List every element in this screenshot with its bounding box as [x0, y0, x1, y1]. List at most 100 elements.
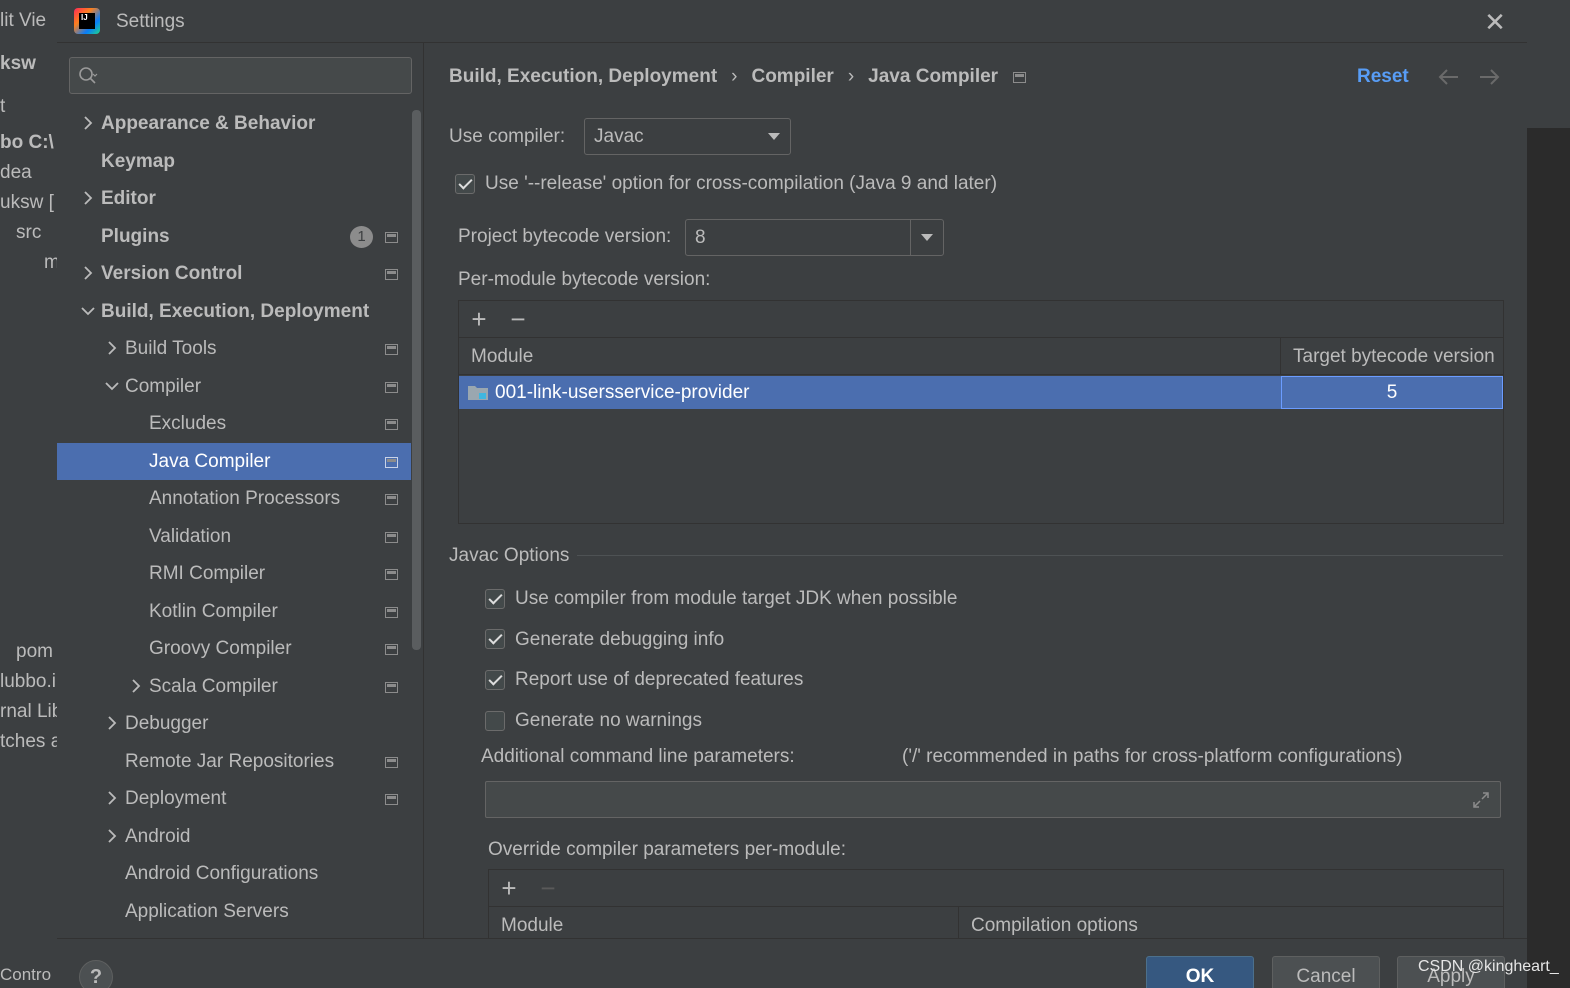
debug-info-checkbox[interactable]: [485, 629, 505, 649]
sidebar-item-debugger[interactable]: Debugger: [57, 705, 411, 743]
sidebar-item-deployment[interactable]: Deployment: [57, 780, 411, 818]
use-compiler-select[interactable]: Javac: [584, 118, 791, 155]
sidebar-item-label: Remote Jar Repositories: [125, 750, 335, 772]
sidebar-scrollbar[interactable]: [412, 110, 421, 650]
chevron-right-icon[interactable]: [79, 255, 97, 292]
chevron-right-icon[interactable]: [127, 668, 145, 705]
sidebar-item-excludes[interactable]: Excludes: [57, 405, 411, 443]
use-module-jdk-checkbox[interactable]: [485, 589, 505, 609]
remove-module-button[interactable]: −: [504, 305, 532, 333]
sidebar-item-label: Excludes: [149, 413, 227, 434]
sidebar-item-kotlin-compiler[interactable]: Kotlin Compiler: [57, 593, 411, 631]
add-module-button[interactable]: +: [465, 305, 493, 333]
breadcrumb-separator: ›: [731, 66, 738, 87]
sidebar-item-compiler[interactable]: Compiler: [57, 368, 411, 406]
sidebar-item-build-tools[interactable]: Build Tools: [57, 330, 411, 368]
project-level-icon: [385, 344, 398, 355]
intellij-logo-icon: IJ: [74, 8, 100, 34]
project-level-icon: [385, 494, 398, 505]
sidebar-item-rmi-compiler[interactable]: RMI Compiler: [57, 555, 411, 593]
sidebar-item-label: Annotation Processors: [149, 488, 341, 509]
sidebar-item-label: Debugger: [125, 713, 209, 734]
sidebar-item-label: Plugins: [101, 225, 170, 247]
column-header-module[interactable]: Module: [459, 338, 1281, 375]
breadcrumb: Build, Execution, Deployment › Compiler › Ja…: [449, 66, 998, 88]
sidebar-item-java-compiler[interactable]: Java Compiler: [57, 442, 411, 480]
expand-icon[interactable]: [1472, 791, 1490, 809]
background-fragment: tches a: [0, 731, 57, 752]
sidebar-item-build-execution-deployment[interactable]: Build, Execution, Deployment: [57, 293, 411, 331]
sidebar-item-label: RMI Compiler: [149, 563, 266, 584]
background-ide-project-panel: lit Vie ksw t bo C:\ dea uksw [ src m po…: [0, 0, 57, 988]
chevron-right-icon[interactable]: [103, 780, 121, 817]
search-icon: [79, 67, 98, 84]
sidebar-item-label: Kotlin Compiler: [149, 600, 278, 622]
sidebar-item-annotation-processors[interactable]: Annotation Processors: [57, 480, 411, 518]
settings-sidebar: Appearance & Behavior Keymap Editor Plugins…: [57, 43, 424, 938]
project-level-icon: [385, 756, 398, 768]
additional-params-input[interactable]: [485, 781, 1501, 818]
cancel-button[interactable]: Cancel: [1272, 956, 1380, 988]
deprecated-features-checkbox[interactable]: [485, 670, 505, 690]
sidebar-item-version-control[interactable]: Version Control: [57, 255, 411, 293]
sidebar-item-editor[interactable]: Editor: [57, 180, 411, 218]
chevron-right-icon[interactable]: [103, 330, 121, 367]
close-icon[interactable]: ✕: [1480, 7, 1510, 37]
chevron-down-icon: [768, 133, 780, 140]
add-override-button[interactable]: +: [495, 874, 523, 902]
sidebar-item-label: Scala Compiler: [149, 675, 278, 697]
reset-link[interactable]: Reset: [1357, 66, 1409, 88]
table-toolbar: + −: [489, 870, 1503, 907]
help-button[interactable]: ?: [79, 960, 113, 988]
sidebar-item-label: Editor: [101, 188, 156, 209]
dialog-titlebar: IJ Settings ✕: [57, 0, 1527, 43]
settings-search-input[interactable]: [69, 57, 412, 94]
column-header-target[interactable]: Target bytecode version: [1281, 338, 1503, 375]
back-arrow-icon[interactable]: [1437, 65, 1461, 89]
chevron-down-icon[interactable]: [79, 293, 97, 330]
project-level-icon: [385, 606, 398, 618]
module-name-cell[interactable]: 001-link-usersservice-provider: [495, 376, 749, 409]
project-level-icon: [385, 531, 398, 543]
no-warnings-checkbox[interactable]: [485, 711, 505, 731]
sidebar-item-android-configurations[interactable]: Android Configurations: [57, 855, 411, 893]
additional-params-hint: ('/' recommended in paths for cross-plat…: [902, 746, 1403, 767]
project-bytecode-select[interactable]: 8: [685, 219, 944, 256]
release-option-label: Use '--release' option for cross-compila…: [485, 173, 998, 194]
sidebar-item-label: Keymap: [101, 150, 175, 172]
settings-tree: Appearance & Behavior Keymap Editor Plugins…: [57, 105, 411, 930]
background-fragment: ksw: [0, 53, 36, 74]
sidebar-item-remote-jar-repositories[interactable]: Remote Jar Repositories: [57, 743, 411, 781]
sidebar-item-android[interactable]: Android: [57, 818, 411, 856]
breadcrumb-item[interactable]: Compiler: [751, 66, 833, 88]
section-divider: [577, 555, 1503, 556]
background-fragment: pom: [16, 641, 53, 662]
release-option-checkbox[interactable]: [455, 174, 475, 194]
sidebar-item-scala-compiler[interactable]: Scala Compiler: [57, 668, 411, 706]
chevron-right-icon[interactable]: [79, 180, 97, 217]
per-module-label: Per-module bytecode version:: [458, 269, 711, 290]
table-row[interactable]: 001-link-usersservice-provider 5: [459, 376, 1503, 409]
chevron-right-icon[interactable]: [79, 105, 97, 142]
sidebar-item-groovy-compiler[interactable]: Groovy Compiler: [57, 630, 411, 668]
target-version-cell[interactable]: 5: [1281, 376, 1503, 409]
sidebar-item-label: Deployment: [125, 788, 227, 809]
background-fragment: rnal Lib: [0, 701, 57, 722]
sidebar-item-label: Android: [125, 825, 191, 847]
chevron-right-icon[interactable]: [103, 705, 121, 742]
sidebar-item-application-servers[interactable]: Application Servers: [57, 893, 411, 931]
per-module-table: + − Module Target bytecode version 001-l…: [458, 300, 1504, 524]
chevron-right-icon[interactable]: [103, 818, 121, 855]
breadcrumb-item[interactable]: Build, Execution, Deployment: [449, 66, 717, 88]
ok-button[interactable]: OK: [1146, 956, 1254, 988]
background-ide-editor: [1527, 0, 1570, 988]
project-level-icon: [385, 269, 398, 280]
sidebar-item-plugins[interactable]: Plugins 1: [57, 218, 411, 256]
background-fragment: t: [0, 96, 6, 117]
sidebar-item-appearance-behavior[interactable]: Appearance & Behavior: [57, 105, 411, 143]
background-fragment: Contro: [0, 965, 52, 984]
forward-arrow-icon[interactable]: [1477, 65, 1501, 89]
sidebar-item-validation[interactable]: Validation: [57, 518, 411, 556]
sidebar-item-keymap[interactable]: Keymap: [57, 143, 411, 181]
chevron-down-icon[interactable]: [103, 368, 121, 405]
